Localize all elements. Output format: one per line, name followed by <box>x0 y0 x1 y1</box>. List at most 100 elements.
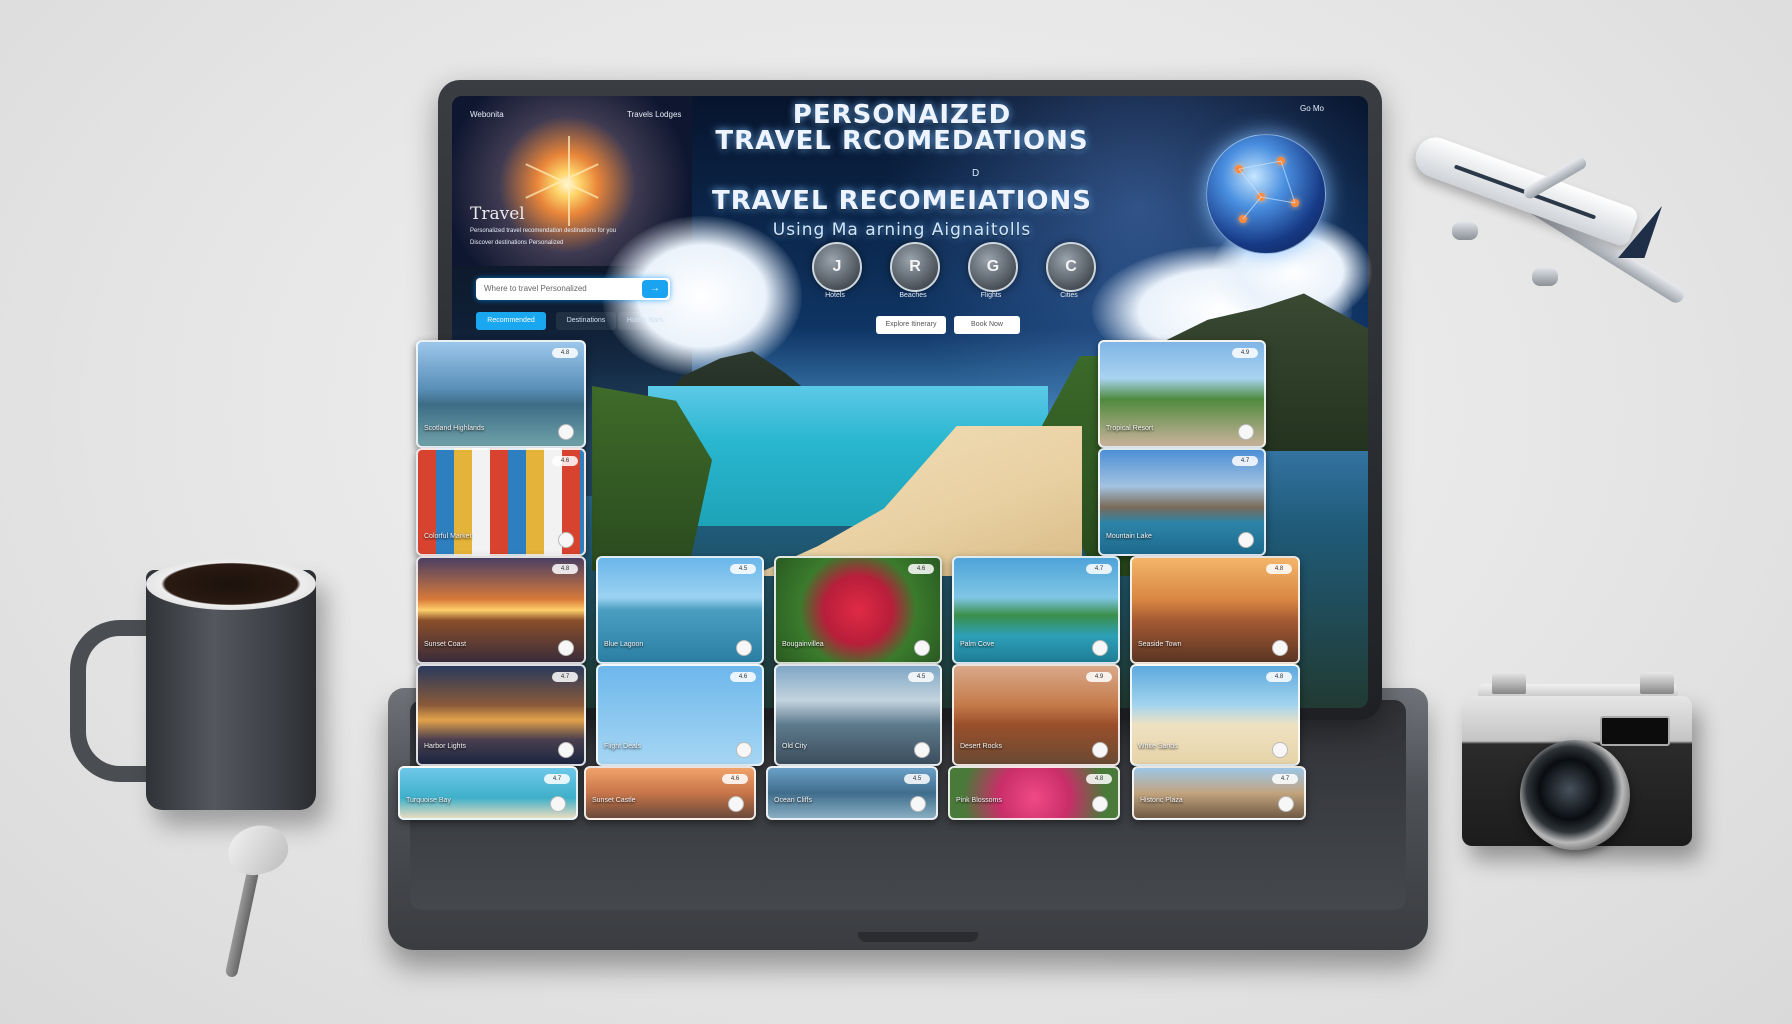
camera-viewfinder <box>1600 716 1670 746</box>
rating-badge: 4.5 <box>904 774 930 784</box>
city-icon[interactable]: C <box>1046 242 1096 292</box>
card-title: Sunset Coast <box>424 641 467 648</box>
favorite-toggle[interactable] <box>550 796 566 812</box>
rating-badge: 4.5 <box>908 672 934 682</box>
destination-card[interactable]: 4.8 Scotland Highlands <box>416 340 586 448</box>
destination-card[interactable]: 4.7 Turquoise Bay <box>398 766 578 820</box>
favorite-toggle[interactable] <box>1238 532 1254 548</box>
destination-card[interactable]: 4.8 White Sands <box>1130 664 1300 766</box>
favorite-toggle[interactable] <box>1092 640 1108 656</box>
destination-card[interactable]: 4.7 Harbor Lights <box>416 664 586 766</box>
rating-badge: 4.7 <box>1272 774 1298 784</box>
card-title: White Sands <box>1138 743 1178 750</box>
card-title: Harbor Lights <box>424 743 467 750</box>
camera-knob <box>1492 672 1526 694</box>
destination-card[interactable]: 4.8 Pink Blossoms <box>948 766 1120 820</box>
rating-badge: 4.8 <box>1266 672 1292 682</box>
card-title: Tropical Resort <box>1106 425 1154 432</box>
brand-logo[interactable]: Webonita <box>470 110 504 119</box>
top-nav-links[interactable]: Travels Lodges <box>627 110 681 119</box>
destination-card[interactable]: 4.5 Blue Lagoon <box>596 556 764 664</box>
book-now-button[interactable]: Book Now <box>954 316 1020 334</box>
filter-pill-destinations[interactable]: Destinations <box>556 312 616 330</box>
destination-card[interactable]: 4.7 Mountain Lake <box>1098 448 1266 556</box>
destination-card[interactable]: 4.5 Ocean Cliffs <box>766 766 938 820</box>
card-title: Bougainvillea <box>782 641 824 648</box>
network-globe-icon <box>1206 134 1326 254</box>
favorite-toggle[interactable] <box>914 640 930 656</box>
favorite-toggle[interactable] <box>1238 424 1254 440</box>
destination-card[interactable]: 4.6 Bougainvillea <box>774 556 942 664</box>
coffee-mug-rim <box>146 558 316 610</box>
card-title: Scotland Highlands <box>424 425 485 432</box>
favorite-toggle[interactable] <box>1272 640 1288 656</box>
destination-card[interactable]: 4.5 Old City <box>774 664 942 766</box>
rating-badge: 4.5 <box>730 564 756 574</box>
card-title: Historic Plaza <box>1140 797 1183 804</box>
favorite-toggle[interactable] <box>1092 742 1108 758</box>
card-title: Old City <box>782 743 807 750</box>
title-glyph: D <box>972 168 980 179</box>
search-input[interactable]: Where to travel Personalized → <box>476 278 670 300</box>
destination-card[interactable]: 4.8 Sunset Coast <box>416 556 586 664</box>
icon-label-hotels: Hotels <box>825 292 845 299</box>
page-subtitle: Using Ma arning Aignaitolls <box>772 220 1032 240</box>
card-title: Blue Lagoon <box>604 641 644 648</box>
favorite-toggle[interactable] <box>1272 742 1288 758</box>
favorite-toggle[interactable] <box>736 742 752 758</box>
hotel-icon[interactable]: J <box>812 242 862 292</box>
rating-badge: 4.8 <box>552 564 578 574</box>
rating-badge: 4.9 <box>1086 672 1112 682</box>
flight-icon[interactable]: G <box>968 242 1018 292</box>
favorite-toggle[interactable] <box>910 796 926 812</box>
destination-card[interactable]: 4.6 Flight Deals <box>596 664 764 766</box>
destination-card[interactable]: 4.9 Tropical Resort <box>1098 340 1266 448</box>
destination-card[interactable]: 4.7 Palm Cove <box>952 556 1120 664</box>
page-heading: TRAVEL RECOMEIATIONS <box>712 186 1092 216</box>
rating-badge: 4.8 <box>1086 774 1112 784</box>
search-button[interactable]: → <box>642 280 668 298</box>
card-title: Colorful Market <box>424 533 472 540</box>
favorite-toggle[interactable] <box>914 742 930 758</box>
favorite-toggle[interactable] <box>1092 796 1108 812</box>
card-title: Palm Cove <box>960 641 995 648</box>
card-title: Ocean Cliffs <box>774 797 812 804</box>
card-title: Turquoise Bay <box>406 797 451 804</box>
globe-links <box>1238 160 1296 220</box>
airplane-engine <box>1452 222 1478 240</box>
card-title: Flight Deals <box>604 743 641 750</box>
favorite-toggle[interactable] <box>558 424 574 440</box>
rating-badge: 4.6 <box>908 564 934 574</box>
filter-pill-hotels[interactable]: Hotels Bars <box>618 312 672 330</box>
rating-badge: 4.6 <box>730 672 756 682</box>
spoon <box>222 819 294 881</box>
sun-ray <box>568 136 570 226</box>
beach-icon[interactable]: R <box>890 242 940 292</box>
favorite-toggle[interactable] <box>728 796 744 812</box>
destination-card[interactable]: 4.6 Sunset Castle <box>584 766 756 820</box>
favorite-toggle[interactable] <box>558 742 574 758</box>
section-title-travel: Travel <box>470 204 525 224</box>
laptop-notch <box>858 932 978 942</box>
card-title: Mountain Lake <box>1106 533 1152 540</box>
search-icon: → <box>650 283 660 294</box>
favorite-toggle[interactable] <box>558 532 574 548</box>
destination-card[interactable]: 4.8 Seaside Town <box>1130 556 1300 664</box>
page-title-line2: TRAVEL RCOMEDATIONS <box>715 126 1089 156</box>
favorite-toggle[interactable] <box>558 640 574 656</box>
destination-card[interactable]: 4.6 Colorful Market <box>416 448 586 556</box>
card-title: Seaside Town <box>1138 641 1182 648</box>
favorite-toggle[interactable] <box>736 640 752 656</box>
explore-itinerary-button[interactable]: Explore Itinerary <box>876 316 946 334</box>
rating-badge: 4.7 <box>1232 456 1258 466</box>
rating-badge: 4.6 <box>552 456 578 466</box>
destination-card[interactable]: 4.7 Historic Plaza <box>1132 766 1306 820</box>
rating-badge: 4.8 <box>1266 564 1292 574</box>
laptop-screen: Webonita Travels Lodges Go Mo PERSONAIZE… <box>398 96 1372 820</box>
favorite-toggle[interactable] <box>1278 796 1294 812</box>
icon-label-cities: Cities <box>1060 292 1078 299</box>
destination-card[interactable]: 4.9 Desert Rocks <box>952 664 1120 766</box>
top-right-controls[interactable]: Go Mo <box>1300 104 1324 113</box>
card-title: Desert Rocks <box>960 743 1003 750</box>
filter-pill-recommended[interactable]: Recommended <box>476 312 546 330</box>
